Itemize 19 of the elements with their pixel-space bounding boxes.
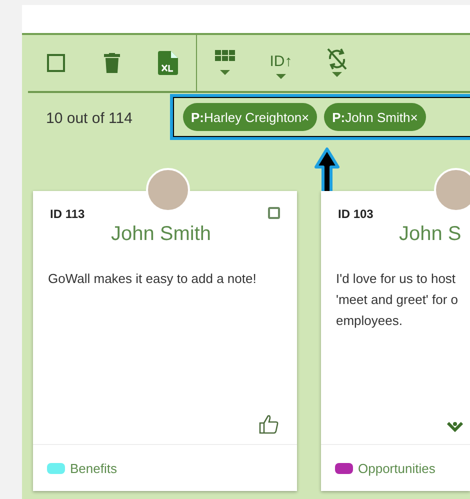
note-card[interactable]: ID 103 John S I'd love for us to host 'meet and greet' for o employees. Opportunities — [321, 191, 470, 491]
tag-label: Benefits — [70, 460, 117, 476]
card-id: ID 113 — [50, 207, 85, 221]
card-author: John S — [399, 223, 462, 246]
card-checkbox[interactable] — [268, 207, 280, 219]
result-count: 10 out of 114 — [46, 110, 134, 126]
sort-button[interactable]: ID↑ — [253, 35, 309, 91]
chevron-down-icon[interactable] — [447, 422, 463, 432]
select-all-checkbox[interactable] — [47, 54, 65, 72]
caret-icon — [275, 74, 287, 80]
filter-chip[interactable]: P:John Smith× — [324, 103, 426, 131]
thumbs-up-icon[interactable] — [259, 414, 279, 434]
card-id: ID 103 — [338, 207, 374, 221]
tag-label: Opportunities — [358, 460, 436, 476]
filter-chip[interactable]: P:Harley Creighton× — [183, 103, 318, 131]
card-author: John Smith — [111, 223, 212, 246]
note-text: I'd love for us to host 'meet and greet' for o employees. — [336, 270, 460, 330]
note-text: GoWall makes it easy to add a note! — [48, 270, 258, 288]
note-card[interactable]: ID 113 John Smith GoWall makes it easy to add a note! Benefits — [33, 191, 297, 491]
